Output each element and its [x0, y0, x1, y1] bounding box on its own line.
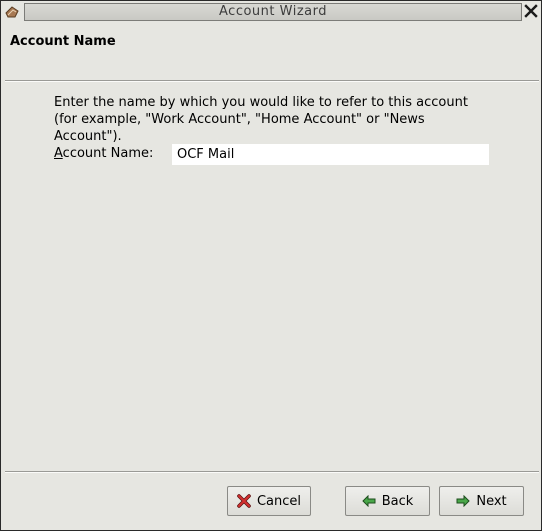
- red-x-icon: [237, 494, 251, 508]
- account-wizard-window: Account Wizard Account Name Enter the na…: [0, 0, 542, 531]
- back-label: Back: [381, 493, 414, 509]
- account-name-label-text: ccount Name:: [62, 146, 154, 161]
- green-arrow-right-icon: [456, 495, 471, 507]
- close-icon[interactable]: [524, 4, 538, 18]
- account-name-label: Account Name:: [54, 146, 153, 161]
- instructions-text: Enter the name by which you would like t…: [54, 95, 468, 144]
- footer-separator: [5, 471, 539, 473]
- window-title: Account Wizard: [24, 3, 522, 21]
- page-title: Account Name: [10, 34, 116, 49]
- next-button[interactable]: Next: [439, 486, 524, 516]
- cancel-label: Cancel: [256, 493, 302, 509]
- title-bar[interactable]: Account Wizard: [1, 1, 541, 22]
- account-name-input[interactable]: [172, 144, 489, 165]
- header-separator: [5, 80, 539, 82]
- back-button[interactable]: Back: [345, 486, 430, 516]
- cancel-button[interactable]: Cancel: [227, 486, 311, 516]
- next-label: Next: [476, 493, 507, 509]
- green-arrow-left-icon: [362, 495, 376, 507]
- mnemonic-letter: A: [54, 146, 63, 161]
- mail-account-icon[interactable]: [4, 4, 20, 19]
